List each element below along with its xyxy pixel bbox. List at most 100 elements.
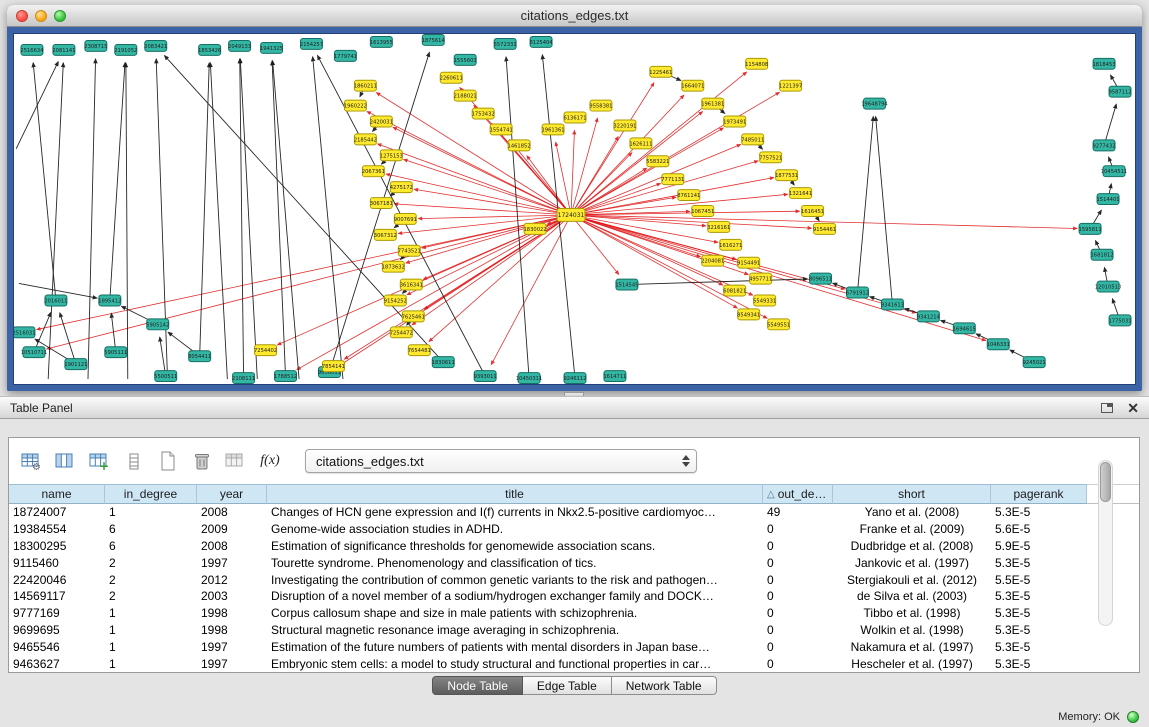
graph-node[interactable]: 2420031 [370, 116, 393, 127]
graph-node[interactable]: 1067451 [691, 206, 714, 217]
graph-node[interactable]: 1616451 [801, 206, 824, 217]
close-panel-icon[interactable]: ✕ [1127, 402, 1139, 414]
graph-node[interactable]: 5549331 [753, 295, 776, 306]
graph-node[interactable]: 7854141 [322, 361, 345, 372]
graph-node[interactable]: 5905142 [146, 319, 169, 330]
new-column-icon[interactable]: + [87, 449, 113, 473]
minimize-window-button[interactable] [35, 10, 47, 22]
graph-node[interactable]: 3220191 [613, 120, 636, 131]
graph-node[interactable]: 5500511 [154, 371, 177, 382]
graph-node[interactable]: 2516031 [13, 327, 36, 338]
graph-node[interactable]: 2083421 [144, 40, 167, 51]
graph-node[interactable]: 1877531 [775, 170, 798, 181]
graph-node[interactable]: 10450311 [516, 373, 542, 384]
row-height-icon[interactable] [121, 449, 147, 473]
table-row[interactable]: 1872400712008Changes of HCN gene express… [9, 504, 1139, 521]
graph-node[interactable]: 6081821 [723, 285, 746, 296]
graph-node[interactable]: 1221397 [779, 80, 802, 91]
import-table-icon[interactable] [223, 449, 249, 473]
graph-node[interactable]: 2204081 [701, 255, 724, 266]
new-table-icon[interactable] [155, 449, 181, 473]
graph-node[interactable]: 9341613 [881, 299, 904, 310]
graph-node[interactable]: 1973491 [723, 116, 746, 127]
graph-node[interactable]: 8549341 [737, 309, 760, 320]
graph-node[interactable]: 2308715 [84, 40, 107, 51]
graph-node[interactable]: 1321641 [789, 188, 812, 199]
graph-node[interactable]: 2185442 [354, 134, 377, 145]
graph-node[interactable]: 9245021 [1023, 357, 1046, 368]
graph-node[interactable]: 5572331 [494, 38, 517, 49]
graph-node[interactable]: 1961381 [701, 98, 724, 109]
graph-node[interactable]: 2260611 [440, 72, 463, 83]
scrollbar-thumb[interactable] [1100, 462, 1111, 502]
graph-node[interactable]: 7485011 [741, 134, 764, 145]
column-header-pagerank[interactable]: pagerank [991, 484, 1087, 504]
graph-node[interactable]: 9558381 [589, 100, 612, 111]
column-header-out-de-[interactable]: △out_de… [763, 484, 833, 504]
graph-node[interactable]: 5549551 [767, 319, 790, 330]
graph-node[interactable]: 1614711 [603, 371, 626, 382]
graph-node[interactable]: 8125404 [530, 36, 553, 47]
graph-node[interactable]: 2049133 [228, 40, 251, 51]
graph-node[interactable]: 1901121 [64, 359, 87, 370]
column-header-title[interactable]: title [267, 484, 763, 504]
graph-node[interactable]: 1779741 [334, 50, 357, 61]
graph-node[interactable]: 5583221 [646, 156, 669, 167]
graph-node[interactable]: 1818453 [1093, 58, 1116, 69]
graph-node[interactable]: 1960222 [344, 100, 367, 111]
graph-node[interactable]: 9154491 [737, 257, 760, 268]
graph-node[interactable]: 9393011 [474, 371, 497, 382]
graph-node[interactable]: 9154461 [813, 223, 836, 234]
graph-node[interactable]: 1225461 [649, 66, 672, 77]
graph-node[interactable]: 7654481 [408, 345, 431, 356]
graph-node[interactable]: 9587112 [1108, 86, 1131, 97]
graph-node[interactable]: 19648794 [861, 98, 887, 109]
graph-node[interactable]: 1873632 [382, 261, 405, 272]
graph-node[interactable]: 2154257 [300, 38, 323, 49]
graph-node[interactable]: 2081141 [52, 44, 75, 55]
graph-node[interactable]: 7625461 [402, 311, 425, 322]
graph-node[interactable]: 1595811 [1079, 223, 1102, 234]
graph-node[interactable]: 3216161 [707, 221, 730, 232]
column-header-in-degree[interactable]: in_degree [105, 484, 197, 504]
graph-node[interactable]: 2016011 [44, 295, 67, 306]
graph-node[interactable]: 9341214 [917, 311, 940, 322]
graph-node[interactable]: 7254402 [254, 345, 277, 356]
graph-node[interactable]: 6136171 [563, 112, 586, 123]
graph-node[interactable]: 1961361 [541, 124, 564, 135]
zoom-window-button[interactable] [54, 10, 66, 22]
graph-node[interactable]: 1554741 [490, 124, 513, 135]
graph-node[interactable]: 12010513 [1095, 281, 1121, 292]
graph-node[interactable]: 1788512 [274, 371, 297, 382]
graph-hub-node[interactable]: 1724031 [557, 209, 585, 222]
table-row[interactable]: 1456911722003Disruption of a novel membe… [9, 588, 1139, 605]
graph-node[interactable]: 1875614 [422, 34, 445, 45]
window-titlebar[interactable]: citations_edges.txt [7, 5, 1142, 27]
function-builder-icon[interactable]: f(x) [257, 449, 283, 473]
close-window-button[interactable] [16, 10, 28, 22]
graph-node[interactable]: 1275153 [380, 150, 403, 161]
graph-node[interactable]: 1664071 [681, 80, 704, 91]
graph-node[interactable]: 4957711 [749, 273, 772, 284]
graph-node[interactable]: 7254472 [390, 327, 413, 338]
graph-node[interactable]: 1895412 [98, 295, 121, 306]
table-row[interactable]: 1938455462009Genome-wide association stu… [9, 521, 1139, 538]
graph-node[interactable]: 5905111 [104, 347, 127, 358]
graph-node[interactable]: 1753432 [472, 108, 495, 119]
graph-node[interactable]: 3067181 [370, 198, 393, 209]
graph-node[interactable]: 1514545 [615, 279, 638, 290]
tab-node-table[interactable]: Node Table [432, 676, 523, 695]
graph-node[interactable]: 1860211 [354, 80, 377, 91]
tab-edge-table[interactable]: Edge Table [523, 676, 612, 695]
graph-node[interactable]: 9246112 [563, 373, 586, 384]
graph-node[interactable]: 1941325 [260, 42, 283, 53]
graph-node[interactable]: 2191052 [114, 44, 137, 55]
table-row[interactable]: 946362711997Embryonic stem cells: a mode… [9, 655, 1139, 672]
graph-node[interactable]: 1046331 [987, 339, 1010, 350]
graph-node[interactable]: 9154252 [384, 295, 407, 306]
graph-node[interactable]: 7757521 [759, 152, 782, 163]
graph-node[interactable]: 3067312 [374, 229, 397, 240]
graph-node[interactable]: 1461852 [508, 140, 531, 151]
graph-node[interactable]: 10510711 [21, 347, 47, 358]
graph-node[interactable]: 1613955 [370, 36, 393, 47]
